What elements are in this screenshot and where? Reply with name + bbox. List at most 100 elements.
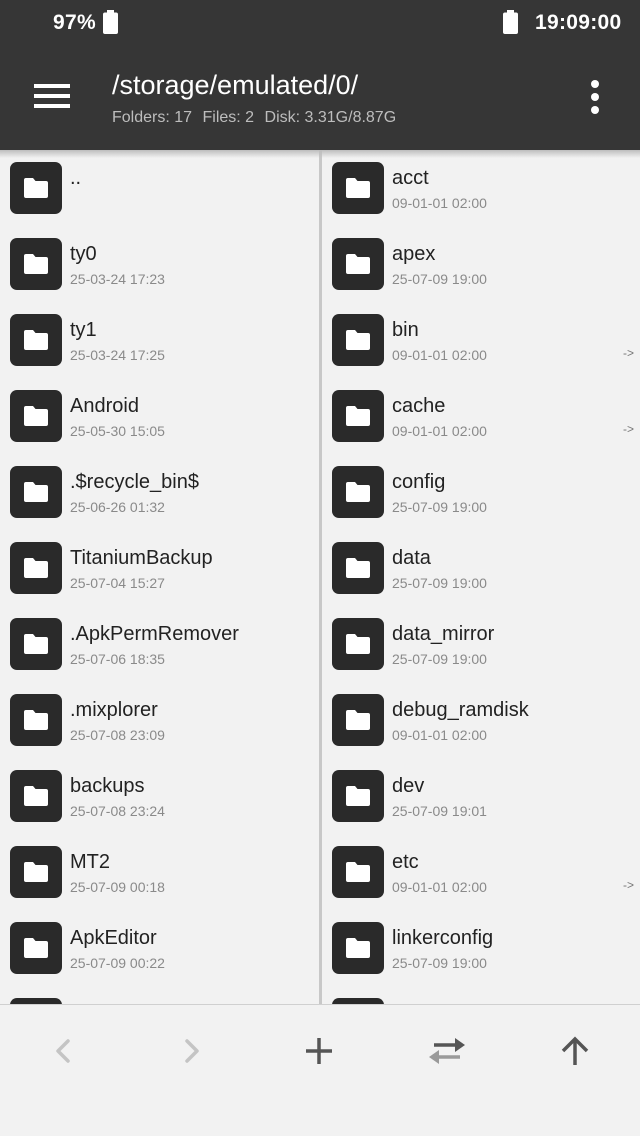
folder-icon [24, 330, 48, 350]
list-item[interactable]: .mixplorer 25-07-08 23:09 [0, 682, 320, 758]
item-name: cache [392, 395, 446, 417]
item-name: apex [392, 243, 436, 265]
list-item[interactable]: ty1 25-03-24 17:25 [0, 302, 320, 378]
item-name: ApkEditor [70, 927, 157, 949]
battery-icon [103, 10, 118, 39]
item-name: dev [392, 775, 425, 797]
list-item[interactable]: etc 09-01-01 02:00 -> [322, 834, 640, 910]
list-item[interactable]: Android 25-05-30 15:05 [0, 378, 320, 454]
folder-tile [332, 314, 384, 366]
folder-icon [346, 710, 370, 730]
disk-usage: Disk: 3.31G/8.87G [264, 109, 397, 126]
list-item[interactable]: bin 09-01-01 02:00 -> [322, 302, 640, 378]
list-item[interactable]: ApkEditor 25-07-09 00:22 [0, 910, 320, 986]
folder-icon [346, 178, 370, 198]
item-name: ty1 [70, 319, 97, 341]
more-options-button[interactable] [574, 72, 616, 122]
item-name: debug_ramdisk [392, 699, 529, 721]
list-item[interactable]: ty0 25-03-24 17:23 [0, 226, 320, 302]
folder-icon [24, 786, 48, 806]
list-item[interactable]: backups 25-07-08 23:24 [0, 758, 320, 834]
list-item[interactable]: .. [0, 150, 320, 226]
item-name: TitaniumBackup [70, 547, 213, 569]
swap-panes-button[interactable] [423, 1027, 471, 1075]
folder-icon [24, 254, 48, 274]
symlink-indicator: -> [622, 422, 634, 436]
go-up-icon [561, 1036, 589, 1065]
folder-icon [346, 482, 370, 502]
add-button[interactable] [295, 1027, 343, 1075]
folder-tile [10, 770, 62, 822]
go-up-button[interactable] [551, 1027, 599, 1075]
folder-tile [332, 238, 384, 290]
folder-icon [346, 254, 370, 274]
item-name: .mixplorer [70, 699, 158, 721]
folder-icon [346, 786, 370, 806]
item-name: backups [70, 775, 145, 797]
item-date: 25-07-09 19:00 [392, 955, 487, 971]
list-item[interactable]: data_mirror 25-07-09 19:00 [322, 606, 640, 682]
folder-tile [332, 770, 384, 822]
forward-button[interactable] [167, 1027, 215, 1075]
folder-tile [332, 390, 384, 442]
app-bar: /storage/emulated/0/ Folders: 17 Files: … [0, 48, 640, 150]
back-button[interactable] [40, 1027, 88, 1075]
item-date: 09-01-01 02:00 [392, 879, 487, 895]
clock: 19:09:00 [535, 11, 622, 34]
menu-button[interactable] [22, 72, 82, 122]
folder-tile [10, 694, 62, 746]
item-name: linkerconfig [392, 927, 494, 949]
list-item[interactable]: acct 09-01-01 02:00 [322, 150, 640, 226]
folder-icon [24, 634, 48, 654]
list-item-partial[interactable] [322, 986, 640, 1004]
folder-tile [332, 846, 384, 898]
item-name: ty0 [70, 243, 97, 265]
item-date: 25-07-08 23:24 [70, 803, 165, 819]
left-pane[interactable]: .. ty0 25-03-24 17:23 ty1 25-03-24 17:25 Andr… [0, 150, 320, 1004]
list-item[interactable]: .$recycle_bin$ 25-06-26 01:32 [0, 454, 320, 530]
list-item[interactable]: config 25-07-09 19:00 [322, 454, 640, 530]
list-item[interactable]: data 25-07-09 19:00 [322, 530, 640, 606]
item-date: 09-01-01 02:00 [392, 727, 487, 743]
list-item[interactable]: .ApkPermRemover 25-07-06 18:35 [0, 606, 320, 682]
folder-icon [24, 710, 48, 730]
list-item-partial[interactable] [0, 986, 320, 1004]
item-date: 25-07-08 23:09 [70, 727, 165, 743]
battery-percent: 97% [53, 11, 96, 34]
symlink-indicator: -> [622, 878, 634, 892]
list-item[interactable]: dev 25-07-09 19:01 [322, 758, 640, 834]
item-name: .. [70, 167, 82, 189]
item-name: data [392, 547, 431, 569]
item-name: Android [70, 395, 139, 417]
item-date: 25-07-04 15:27 [70, 575, 165, 591]
bottom-toolbar [0, 1004, 640, 1136]
right-pane[interactable]: acct 09-01-01 02:00 apex 25-07-09 19:00 bin 0… [322, 150, 640, 1004]
folder-tile [332, 162, 384, 214]
item-date: 25-07-09 00:22 [70, 955, 165, 971]
list-item[interactable]: linkerconfig 25-07-09 19:00 [322, 910, 640, 986]
item-date: 25-03-24 17:25 [70, 347, 165, 363]
folder-icon [346, 634, 370, 654]
item-date: 25-07-09 19:01 [392, 803, 487, 819]
folder-icon [24, 178, 48, 198]
item-name: etc [392, 851, 419, 873]
status-bar: 97% 19:09:00 [0, 0, 640, 48]
battery-icon [503, 10, 518, 39]
item-date: 25-06-26 01:32 [70, 499, 165, 515]
current-path[interactable]: /storage/emulated/0/ [112, 70, 358, 101]
back-arrow-icon [56, 1039, 70, 1063]
list-item[interactable]: apex 25-07-09 19:00 [322, 226, 640, 302]
folder-tile [10, 922, 62, 974]
folder-tile [10, 238, 62, 290]
list-item[interactable]: debug_ramdisk 09-01-01 02:00 [322, 682, 640, 758]
folder-tile [10, 162, 62, 214]
list-item[interactable]: cache 09-01-01 02:00 -> [322, 378, 640, 454]
folder-icon [346, 558, 370, 578]
item-date: 25-07-09 19:00 [392, 575, 487, 591]
folder-tile [10, 466, 62, 518]
folder-icon [24, 862, 48, 882]
list-item[interactable]: MT2 25-07-09 00:18 [0, 834, 320, 910]
list-item[interactable]: TitaniumBackup 25-07-04 15:27 [0, 530, 320, 606]
more-vert-icon [591, 80, 599, 114]
folder-tile [10, 846, 62, 898]
